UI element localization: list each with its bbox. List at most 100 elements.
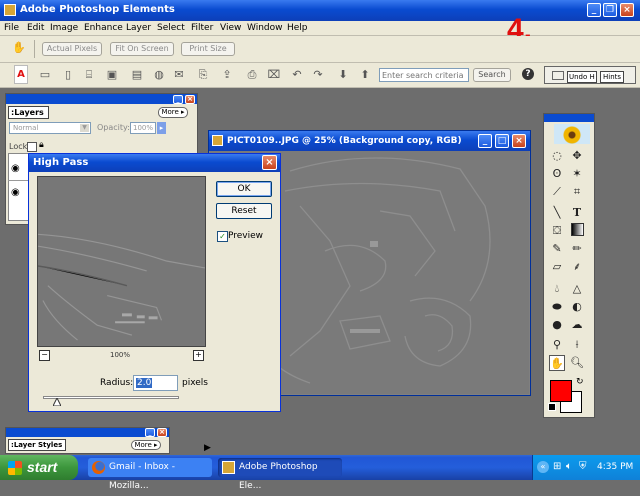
restore-button[interactable]: ❐ bbox=[603, 3, 617, 17]
eraser-tool-icon[interactable]: ▱ bbox=[549, 259, 565, 275]
brush-tool-icon[interactable]: ✎ bbox=[549, 241, 565, 257]
radius-slider-track[interactable] bbox=[43, 396, 179, 399]
line-tool-icon[interactable]: ╲ bbox=[549, 205, 565, 221]
save-web-icon[interactable]: ◍ bbox=[152, 68, 166, 82]
type-tool-icon[interactable]: T bbox=[569, 205, 585, 221]
palette-well-handle[interactable] bbox=[552, 71, 564, 80]
zoom-in-button[interactable]: + bbox=[193, 350, 204, 361]
layer-styles-minimize-button[interactable]: _ bbox=[145, 428, 155, 437]
impressionist-brush-tool-icon[interactable]: ⸙ bbox=[569, 259, 585, 275]
start-button[interactable]: start bbox=[0, 455, 78, 480]
new-doc-icon[interactable]: ▯ bbox=[61, 68, 75, 82]
minimize-button[interactable]: _ bbox=[587, 3, 601, 17]
print-preview-icon[interactable]: ⌧ bbox=[267, 68, 281, 82]
menu-file[interactable]: File bbox=[4, 22, 19, 34]
open-folder-icon[interactable]: ▣ bbox=[105, 68, 119, 82]
foreground-color-swatch[interactable] bbox=[550, 380, 572, 402]
menu-image[interactable]: Image bbox=[50, 22, 78, 34]
hints-tab[interactable]: Hints bbox=[600, 71, 625, 83]
document-minimize-button[interactable]: _ bbox=[478, 134, 492, 148]
toolbox-titlebar[interactable] bbox=[544, 114, 594, 122]
lock-transparency-checkbox[interactable] bbox=[27, 142, 37, 152]
menu-edit[interactable]: Edit bbox=[27, 22, 44, 34]
layers-tab[interactable]: :Layers bbox=[8, 106, 49, 119]
menu-view[interactable]: View bbox=[220, 22, 241, 34]
layers-minimize-button[interactable]: _ bbox=[173, 95, 183, 104]
print-icon[interactable]: ⎙ bbox=[245, 68, 259, 82]
swap-colors-icon[interactable]: ↻ bbox=[576, 377, 584, 387]
preview-checkbox[interactable]: ✓ bbox=[217, 231, 228, 242]
burn-tool-icon[interactable]: ● bbox=[549, 317, 565, 333]
blend-mode-select[interactable]: Normal ▼ bbox=[9, 122, 91, 134]
undo-icon[interactable]: ↶ bbox=[290, 68, 304, 82]
layers-more-button[interactable]: More ▸ bbox=[158, 107, 188, 118]
layer-styles-tab[interactable]: :Layer Styles bbox=[8, 439, 67, 451]
selection-brush-tool-icon[interactable]: ⟋ bbox=[549, 184, 565, 200]
fit-on-screen-button[interactable]: Fit On Screen bbox=[110, 42, 174, 56]
magic-wand-tool-icon[interactable]: ✶ bbox=[569, 166, 585, 182]
undo-history-tab[interactable]: Undo H bbox=[567, 71, 597, 83]
document-maximize-button[interactable]: □ bbox=[495, 134, 509, 148]
opacity-arrow-icon[interactable]: ▸ bbox=[157, 122, 166, 134]
gradient-tool-icon[interactable] bbox=[569, 223, 585, 239]
security-icon[interactable]: ⛨ bbox=[579, 461, 587, 472]
reset-button[interactable]: Reset bbox=[216, 203, 272, 219]
layer-visibility-eye-icon[interactable]: ◉ bbox=[11, 163, 20, 174]
default-colors-icon[interactable] bbox=[548, 403, 556, 411]
layer-styles-more-button[interactable]: More ▸ bbox=[131, 440, 161, 450]
menu-layer[interactable]: Layer bbox=[126, 22, 151, 34]
blur-tool-icon[interactable]: 💧︎ bbox=[549, 281, 565, 297]
menu-select[interactable]: Select bbox=[157, 22, 185, 34]
ok-button[interactable]: OK bbox=[216, 181, 272, 197]
search-button[interactable]: Search bbox=[473, 68, 511, 82]
opacity-field[interactable]: 100% bbox=[130, 122, 156, 134]
lasso-tool-icon[interactable]: ʘ bbox=[549, 166, 565, 182]
menu-enhance[interactable]: Enhance bbox=[84, 22, 123, 34]
redo-icon[interactable]: ↷ bbox=[311, 68, 325, 82]
palette-bin-arrow-icon[interactable]: ▶ bbox=[204, 443, 211, 453]
menu-window[interactable]: Window bbox=[247, 22, 283, 34]
dodge-tool-icon[interactable]: ◐ bbox=[569, 299, 585, 315]
attach-icon[interactable]: ⎘ bbox=[196, 68, 210, 82]
email-icon[interactable]: ✉ bbox=[172, 68, 186, 82]
hand-tool-selected-icon[interactable]: ✋ bbox=[549, 355, 565, 371]
scanner-icon[interactable]: ⌸ bbox=[82, 68, 96, 82]
smudge-tool-icon[interactable]: ☁ bbox=[569, 317, 585, 333]
print-size-button[interactable]: Print Size bbox=[181, 42, 235, 56]
menu-filter[interactable]: Filter bbox=[191, 22, 213, 34]
layers-palette-titlebar[interactable] bbox=[6, 94, 197, 104]
step-backward-icon[interactable]: ⬇ bbox=[336, 68, 350, 82]
clone-stamp-tool-icon[interactable]: ⚲ bbox=[549, 337, 565, 353]
move-tool-icon[interactable]: ✥ bbox=[569, 148, 585, 164]
save-icon[interactable]: ▤ bbox=[130, 68, 144, 82]
taskbar-button-photoshop[interactable]: Adobe Photoshop Ele... bbox=[218, 458, 342, 491]
sharpen-tool-icon[interactable]: △ bbox=[569, 281, 585, 297]
zoom-out-button[interactable]: − bbox=[39, 350, 50, 361]
new-file-icon[interactable]: ▭ bbox=[38, 68, 52, 82]
pencil-tool-icon[interactable]: ✏ bbox=[569, 241, 585, 257]
search-input[interactable] bbox=[379, 68, 469, 82]
close-button[interactable]: × bbox=[620, 3, 634, 17]
help-icon[interactable]: ? bbox=[522, 68, 534, 80]
sponge-tool-icon[interactable]: ⬬ bbox=[549, 299, 565, 315]
share-icon[interactable]: ⇪ bbox=[220, 68, 234, 82]
volume-icon[interactable]: 🔈︎ bbox=[566, 461, 572, 472]
radius-input[interactable]: 2.0 bbox=[133, 375, 178, 391]
marquee-tool-icon[interactable]: ◌ bbox=[549, 148, 565, 164]
tray-expand-icon[interactable]: « bbox=[537, 461, 549, 473]
actual-pixels-button[interactable]: Actual Pixels bbox=[42, 42, 102, 56]
taskbar-button-gmail[interactable]: Gmail - Inbox - Mozilla... bbox=[88, 458, 212, 491]
zoom-tool-icon[interactable]: 🔍︎ bbox=[569, 355, 585, 371]
layer-visibility-eye-icon[interactable]: ◉ bbox=[11, 187, 20, 198]
crop-tool-icon[interactable]: ⌗ bbox=[569, 184, 585, 200]
hand-tool-icon[interactable]: ✋ bbox=[12, 41, 26, 55]
dialog-close-button[interactable]: × bbox=[262, 155, 277, 170]
radius-slider-thumb[interactable] bbox=[51, 396, 62, 407]
paint-bucket-tool-icon[interactable]: ⛋ bbox=[549, 223, 565, 239]
network-icon[interactable]: ⊞ bbox=[553, 461, 561, 472]
menu-help[interactable]: Help bbox=[287, 22, 308, 34]
filter-preview-image[interactable] bbox=[37, 176, 206, 347]
document-close-button[interactable]: × bbox=[512, 134, 526, 148]
layers-close-button[interactable]: × bbox=[185, 95, 195, 104]
app-title-bar[interactable]: Adobe Photoshop Elements _ ❐ × bbox=[0, 0, 640, 21]
